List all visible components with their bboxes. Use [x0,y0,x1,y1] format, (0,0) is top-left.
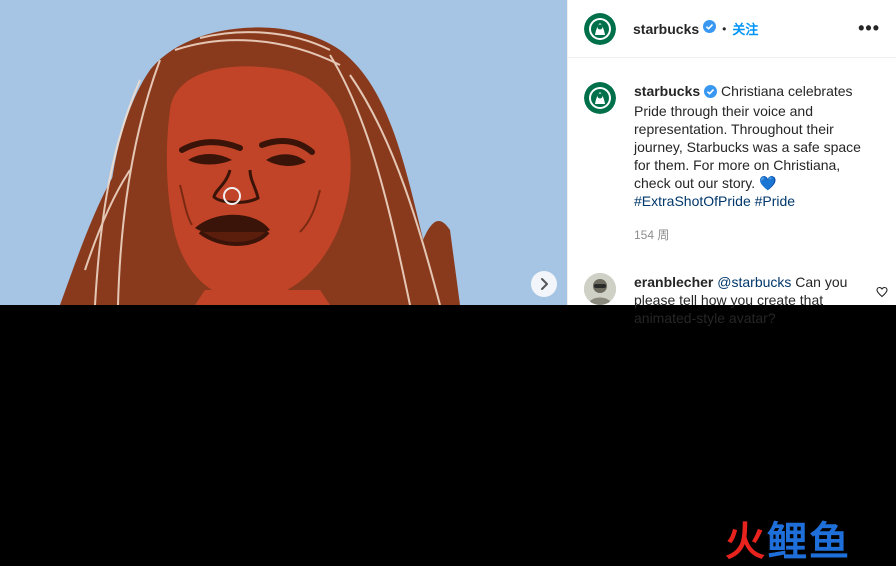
illustrated-portrait [60,27,460,305]
heart-icon[interactable] [876,285,888,303]
comment-item: eranblecher @starbucks Can you please te… [568,243,896,327]
hashtag[interactable]: #Pride [755,193,795,209]
commenter-photo [584,273,616,305]
next-slide-button[interactable] [531,271,557,297]
caption-text: Christiana celebrates Pride through thei… [634,83,861,191]
watermark-char: 鲤 [767,519,807,565]
watermark-char: 火 [725,519,765,565]
comment-text-block: eranblecher @starbucks Can you please te… [634,273,854,327]
post-caption: starbucks Christiana celebrates Pride th… [568,58,896,210]
watermark-char: 鱼 [809,519,849,565]
caption-text-block: starbucks Christiana celebrates Pride th… [634,82,880,210]
more-options-icon[interactable]: ••• [858,18,880,39]
header-username[interactable]: starbucks [633,21,699,37]
watermark: 火 鲤 鱼 [725,520,849,564]
chevron-right-icon [541,278,548,290]
avatar[interactable] [584,12,616,45]
starbucks-logo-icon [584,12,616,45]
post-header: starbucks • 关注 ••• [568,0,896,58]
separator-dot: • [722,21,727,36]
post-image [0,0,567,305]
caption-username[interactable]: starbucks [634,83,700,99]
post-timestamp[interactable]: 154 周 [634,226,896,243]
starbucks-logo-icon [584,82,616,114]
post-detail-panel: starbucks • 关注 ••• starbucks Christiana … [567,0,896,326]
caption-avatar[interactable] [584,82,616,114]
comment-mention[interactable]: @starbucks [717,274,791,290]
follow-button[interactable]: 关注 [732,19,758,38]
comment-username[interactable]: eranblecher [634,274,713,290]
commenter-avatar[interactable] [584,273,616,305]
verified-badge-icon [703,19,717,38]
hashtag[interactable]: #ExtraShotOfPride [634,193,751,209]
verified-badge-icon [704,84,718,102]
